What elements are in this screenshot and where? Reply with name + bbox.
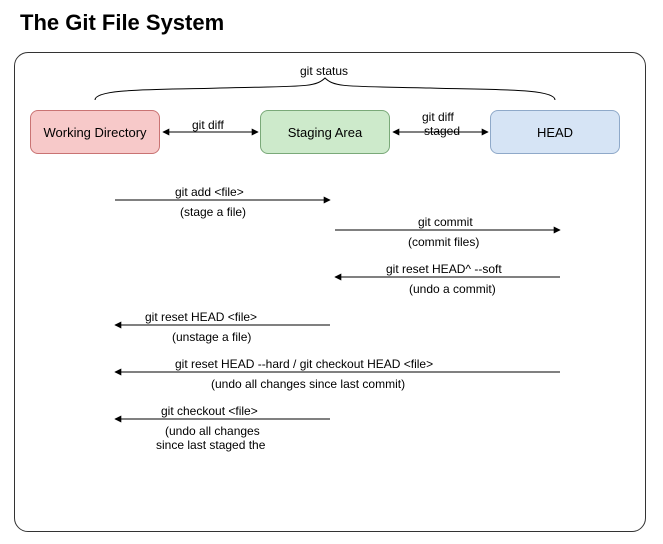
brace-label: git status [300,64,348,78]
page: The Git File System Working Directory St… [0,0,663,544]
cmd-checkout: git checkout <file> [161,404,258,418]
cmd-reset-hard: git reset HEAD --hard / git checkout HEA… [175,357,433,371]
page-title: The Git File System [20,10,224,36]
note-reset-hard: (undo all changes since last commit) [211,377,405,391]
node-working-directory: Working Directory [30,110,160,154]
note-git-add: (stage a file) [180,205,246,219]
cmd-reset-soft: git reset HEAD^ --soft [386,262,502,276]
cmd-git-add: git add <file> [175,185,244,199]
note-reset-file: (unstage a file) [172,330,251,344]
arrow-label-git-diff: git diff [192,118,224,132]
note-git-commit: (commit files) [408,235,479,249]
note-checkout-1: (undo all changes [165,424,260,438]
node-staging-area: Staging Area [260,110,390,154]
arrow-label-git-diff-staged-1: git diff [422,110,454,124]
note-checkout-2: since last staged the [156,438,265,452]
note-reset-soft: (undo a commit) [409,282,496,296]
cmd-reset-file: git reset HEAD <file> [145,310,257,324]
node-head: HEAD [490,110,620,154]
node-label: Working Directory [43,125,146,140]
arrow-label-git-diff-staged-2: --staged [416,124,460,138]
cmd-git-commit: git commit [418,215,473,229]
node-label: HEAD [537,125,573,140]
node-label: Staging Area [288,125,362,140]
